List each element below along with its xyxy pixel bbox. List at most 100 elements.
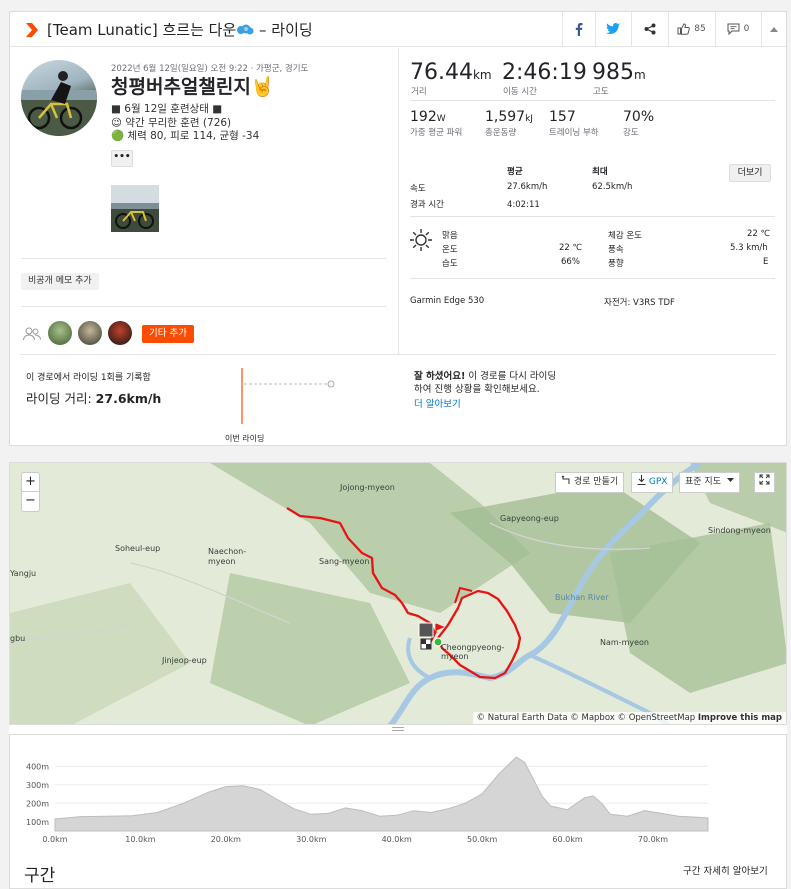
map-label: Soheul-eup (115, 544, 161, 553)
route-map[interactable]: Jojong-myeon Gapyeong-eup Sindong-myeon … (9, 462, 787, 725)
divider (21, 306, 386, 307)
temp-label: 온도 (442, 245, 458, 255)
map-label: Nam-myeon (600, 638, 649, 647)
x-tick-label: 50.0km (467, 835, 497, 843)
wind-value: 5.3 km/h (730, 243, 768, 253)
humidity-value: 66% (561, 257, 580, 267)
desc-line: 🟢 체력 80, 피로 114, 균형 -34 (111, 130, 260, 142)
elevation-panel: 400m 300m 200m 100m 0.0km 10.0km 20.0km 30.0km 4… (9, 734, 787, 889)
map-canvas (10, 463, 786, 724)
stats-panel: 76.44km 거리 2:46:19 이동 시간 985m 고도 192W 가중… (398, 48, 786, 354)
activity-description: ■ 6월 12일 훈련상태 ■ 😉 약간 무리한 훈련 (726) 🟢 체력 8… (111, 103, 371, 149)
speed-max: 62.5km/h (592, 182, 633, 192)
avg-header: 평균 (507, 167, 523, 177)
kudos-button[interactable]: 85 (668, 12, 714, 46)
gpx-export-button[interactable]: GPX (631, 472, 674, 493)
grip-icon (392, 727, 404, 731)
divider (410, 100, 775, 101)
comment-button[interactable]: 0 (715, 12, 760, 46)
map-label: Jojong-myeon (340, 483, 395, 492)
resize-handle[interactable] (9, 725, 787, 734)
kudos-count: 85 (694, 24, 706, 34)
caret-up-icon (770, 26, 778, 32)
facebook-share-button[interactable] (562, 12, 594, 46)
stat-distance-label: 거리 (411, 87, 427, 97)
stat-energy-label: 총운동량 (485, 128, 517, 138)
map-label: Cheongpyeong-myeon (441, 643, 505, 661)
expand-icon (759, 474, 770, 485)
x-tick-label: 70.0km (638, 835, 668, 843)
activity-photo[interactable] (111, 185, 159, 232)
download-icon (637, 475, 646, 486)
caret-down-icon (726, 478, 734, 482)
elevation-chart[interactable]: 400m 300m 200m 100m 0.0km 10.0km 20.0km 30.0km 4… (10, 743, 786, 843)
speed-avg: 27.6km/h (507, 182, 548, 192)
activity-title: 청평버추얼챌린지🤘 (111, 76, 275, 98)
stat-intensity: 70% (623, 109, 655, 125)
create-route-button[interactable]: 경로 만들기 (555, 472, 625, 493)
stat-power: 192W (410, 109, 446, 125)
temp-value: 22 ℃ (559, 243, 583, 253)
private-note-button[interactable]: 비공개 메모 추가 (21, 273, 99, 290)
compare-message: 잘 하셨어요! 이 경로를 다시 라이딩 하여 진행 상황을 확인해보세요. (414, 371, 557, 395)
wind-dir-value: E (763, 257, 769, 267)
share-button[interactable] (631, 12, 667, 46)
stat-power-label: 가중 평균 파워 (410, 128, 463, 138)
humidity-label: 습도 (442, 259, 458, 269)
y-tick-label: 100m (26, 818, 49, 827)
compare-line1: 이 경로에서 라이딩 1회를 기록함 (26, 373, 151, 383)
feels-label: 체감 온도 (608, 231, 642, 241)
max-header: 최대 (592, 167, 608, 177)
map-label: Jinjeop-eup (162, 656, 207, 665)
cyclist-photo-icon (21, 71, 97, 136)
divider (410, 278, 775, 279)
show-more-button[interactable]: ••• (111, 150, 133, 167)
facebook-icon (575, 22, 582, 36)
compare-mini-chart (241, 368, 335, 424)
bike-name: 자전거: V3RS TDF (604, 298, 675, 308)
athlete-avatar[interactable] (21, 60, 97, 136)
zoom-in-button[interactable]: + (22, 473, 39, 492)
zoom-out-button[interactable]: − (22, 492, 39, 510)
desc-line: 😉 약간 무리한 훈련 (726) (111, 116, 232, 129)
map-label: Yangju (10, 569, 37, 578)
learn-more-link[interactable]: 더 알아보기 (414, 396, 461, 410)
map-attribution[interactable]: © Natural Earth Data © Mapbox © OpenStre… (472, 712, 786, 724)
thumbs-up-icon (677, 23, 691, 35)
athlete-avatar-small[interactable] (108, 321, 132, 345)
more-details-button[interactable]: 더보기 (729, 164, 771, 182)
segments-title: 구간 (24, 866, 56, 886)
y-tick-label: 400m (26, 762, 49, 771)
map-label: Sang-myeon (319, 557, 370, 566)
strava-chevron-icon (26, 23, 38, 37)
divider (410, 216, 775, 217)
map-label: Naechon-myeon (208, 547, 247, 566)
map-style-dropdown[interactable]: 표준 지도 (679, 472, 740, 493)
page-title: [Team Lunatic] 흐르는 다운 – 라이딩 (47, 21, 313, 39)
collapse-button[interactable] (761, 12, 786, 46)
stat-moving-time: 2:46:19 (502, 60, 587, 85)
y-tick-label: 200m (26, 799, 49, 808)
x-tick-label: 10.0km (125, 835, 155, 843)
speed-label: 속도 (410, 184, 426, 194)
map-label: Gapyeong-eup (500, 514, 559, 523)
stat-intensity-label: 강도 (623, 128, 639, 138)
athlete-avatar-small[interactable] (48, 321, 72, 345)
twitter-share-button[interactable] (595, 12, 630, 46)
this-ride-label: 이번 라이딩 (225, 434, 265, 443)
segments-detail-link[interactable]: 구간 자세히 알아보기 (683, 863, 768, 877)
y-tick-label: 300m (26, 781, 49, 790)
add-others-button[interactable]: 기타 추가 (142, 325, 194, 343)
athlete-avatar-small[interactable] (78, 321, 102, 345)
fullscreen-button[interactable] (754, 472, 775, 493)
activity-header: [Team Lunatic] 흐르는 다운 – 라이딩 85 0 (10, 12, 786, 47)
divider (21, 258, 386, 259)
feels-value: 22 ℃ (747, 229, 771, 239)
sun-icon (410, 229, 432, 251)
group-icon (23, 327, 41, 341)
cloud-emoji-icon (237, 24, 254, 35)
route-compare: 이 경로에서 라이딩 1회를 기록함 라이딩 거리: 27.6km/h 이번 라… (10, 354, 786, 446)
compare-line2: 라이딩 거리: 27.6km/h (26, 391, 162, 406)
route-icon (561, 475, 570, 484)
device-name: Garmin Edge 530 (410, 296, 485, 306)
